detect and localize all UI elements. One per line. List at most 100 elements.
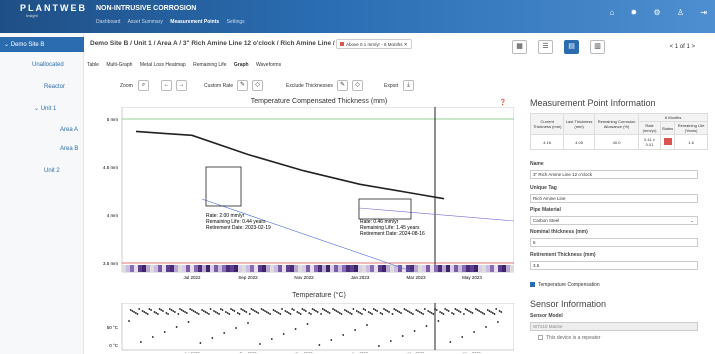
top-bar: PLANTWEB Insight NON-INTRUSIVE CORROSION …: [0, 0, 715, 33]
nav-tab-measurement-points[interactable]: Measurement Points: [170, 19, 219, 25]
temperature-point: [412, 313, 414, 315]
temp-compensation-checkbox[interactable]: Temperature Compensation: [530, 282, 600, 288]
sidebar-site[interactable]: ⌄ Demo Site B: [0, 37, 84, 52]
temperature-point: [406, 310, 409, 312]
sidebar-item-unit-2[interactable]: Unit 2: [44, 168, 60, 174]
exclude-clear-button[interactable]: ◇: [352, 80, 363, 91]
heat-band-cell: [478, 265, 482, 272]
temperature-point: [401, 335, 404, 337]
temperature-point: [491, 312, 494, 314]
pan-right-button[interactable]: →: [176, 80, 187, 91]
temperature-point: [201, 309, 203, 311]
heat-band-cell: [202, 265, 206, 272]
nav-tab-asset-summary[interactable]: Asset Summary: [128, 19, 163, 25]
filter-chip[interactable]: Above 0.1 mm/yr - 6 Months ✕: [336, 39, 412, 49]
tab-waveforms[interactable]: Waveforms: [256, 62, 281, 68]
sidebar-item-area-a[interactable]: Area A: [60, 127, 78, 133]
name-field[interactable]: 3" Rich Amine Line 12 o'clock: [530, 170, 698, 179]
exclude-edit-button[interactable]: ✎: [337, 80, 348, 91]
temperature-point: [367, 311, 370, 313]
y-tick-label: 4 mm: [107, 213, 119, 218]
repeater-checkbox[interactable]: This device is a repeater: [538, 335, 600, 341]
heat-band-cell: [426, 265, 430, 272]
temperature-point: [179, 308, 181, 310]
sidebar-item-reactor[interactable]: Reactor: [44, 84, 65, 90]
brand-logo[interactable]: PLANTWEB Insight: [6, 3, 87, 18]
tab-graph[interactable]: Graph: [234, 62, 249, 68]
nav-tab-settings[interactable]: Settings: [227, 19, 245, 25]
chart-view-icon[interactable]: ▥: [590, 40, 605, 54]
temperature-point: [420, 312, 423, 314]
home-icon[interactable]: ⌂: [609, 8, 614, 17]
tab-metal-loss-heatmap[interactable]: Metal Loss Heatmap: [140, 62, 186, 68]
temperature-point: [148, 308, 151, 310]
pan-left-button[interactable]: ←: [161, 80, 172, 91]
nominal-thickness-field[interactable]: 5: [530, 238, 698, 247]
pipe-material-select[interactable]: Carbon Steel ⌄: [530, 216, 698, 225]
th-group: 6 Months: [638, 113, 708, 122]
heat-band-cell: [290, 265, 294, 272]
grid-view-icon[interactable]: ▤: [564, 40, 579, 54]
temperature-point: [257, 312, 260, 314]
heat-band-cell: [310, 265, 314, 272]
custom-rate-edit-button[interactable]: ✎: [237, 80, 248, 91]
zoom-button[interactable]: ⌕: [138, 80, 149, 91]
unique-tag-field[interactable]: Rich Amine Line: [530, 194, 698, 203]
temperature-point: [299, 313, 302, 315]
logout-icon[interactable]: ⇥: [700, 8, 707, 17]
x-tick-label: Jul 2022: [183, 275, 201, 280]
settings-icon[interactable]: ⚙: [653, 8, 660, 17]
heat-band-cell: [406, 265, 410, 272]
heat-band-cell: [490, 265, 494, 272]
temperature-point: [383, 308, 385, 310]
temperature-point: [294, 328, 297, 330]
temperature-point: [281, 308, 283, 310]
temperature-point: [488, 310, 491, 312]
temperature-point: [134, 312, 137, 314]
help-icon[interactable]: ❓: [499, 99, 506, 106]
retirement-thickness-label: Retirement Thickness (mm): [530, 252, 596, 258]
temperature-point: [242, 309, 244, 311]
temperature-point: [221, 309, 224, 311]
tab-table[interactable]: Table: [87, 62, 99, 68]
custom-rate-clear-button[interactable]: ◇: [252, 80, 263, 91]
gear-icon[interactable]: ✹: [631, 8, 638, 17]
export-button[interactable]: ⤓: [403, 80, 414, 91]
heat-band-cell: [270, 265, 274, 272]
tab-multi-graph[interactable]: Multi-Graph: [106, 62, 132, 68]
temperature-point: [323, 309, 326, 311]
nav-tab-dashboard[interactable]: Dashboard: [96, 19, 120, 25]
user-icon[interactable]: ♙: [677, 8, 684, 17]
temperature-point: [408, 311, 411, 313]
heat-band-cell: [122, 265, 126, 272]
pager[interactable]: < 1 of 1 >: [670, 44, 695, 50]
heat-band-cell: [286, 265, 290, 272]
temperature-point: [435, 309, 438, 311]
temperature-point: [223, 332, 226, 334]
sidebar-item-area-b[interactable]: Area B: [60, 146, 78, 152]
heat-band-cell: [194, 265, 198, 272]
heat-band-cell: [450, 265, 454, 272]
calendar-icon[interactable]: ▦: [512, 40, 527, 54]
heat-band-cell: [378, 265, 382, 272]
sidebar-item-unit-1[interactable]: ⌄ Unit 1: [34, 105, 56, 112]
temperature-point: [206, 312, 209, 314]
heat-band-cell: [250, 265, 254, 272]
sidebar-item-unallocated[interactable]: Unallocated: [32, 62, 64, 68]
check-icon: [530, 282, 535, 288]
table-row: 4.16 4.05 40.0 0.41 ± 0.01 1.6: [529, 134, 708, 150]
temperature-point: [185, 312, 188, 314]
temperature-point: [337, 311, 339, 313]
tab-remaining-life[interactable]: Remaining Life: [193, 62, 226, 68]
retirement-thickness-field[interactable]: 3.5: [530, 261, 698, 270]
temperature-point: [180, 309, 183, 311]
heat-band-cell: [222, 265, 226, 272]
temperature-point: [478, 310, 481, 312]
temperature-point: [352, 308, 355, 310]
temperature-point: [192, 310, 195, 312]
temperature-point: [327, 311, 329, 313]
temperature-point: [372, 308, 375, 310]
temp-x-tick-label: Nov 2022: [295, 351, 313, 353]
list-view-icon[interactable]: ☰: [538, 40, 553, 54]
temperature-point: [250, 308, 253, 310]
